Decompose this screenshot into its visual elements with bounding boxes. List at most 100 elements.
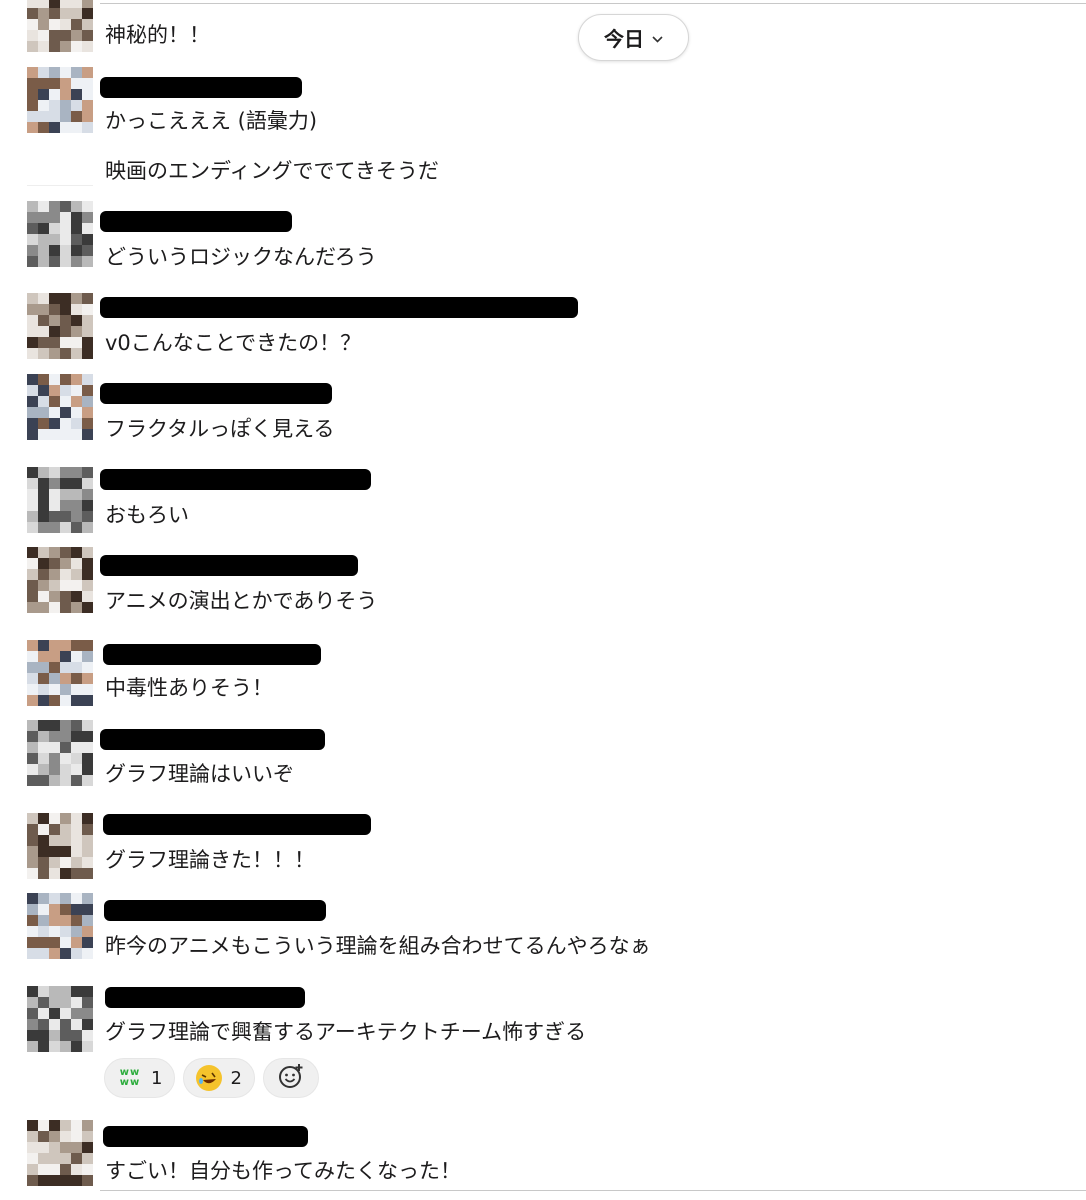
avatar-pixel	[82, 418, 93, 429]
avatar-pixel	[71, 223, 82, 234]
avatar-pixel	[71, 602, 82, 613]
redacted-username[interactable]	[103, 644, 321, 665]
avatar-pixel	[27, 893, 38, 904]
avatar[interactable]	[27, 201, 93, 267]
avatar[interactable]	[27, 640, 93, 706]
reaction-button-rolling-laughing[interactable]: 2	[183, 1058, 255, 1098]
avatar-pixel	[71, 1030, 82, 1041]
avatar-pixel	[82, 41, 93, 52]
avatar-pixel	[38, 374, 49, 385]
reaction-count: 1	[151, 1067, 163, 1089]
avatar[interactable]	[27, 293, 93, 359]
avatar-pixel	[27, 1131, 38, 1142]
redacted-username[interactable]	[103, 814, 371, 835]
redacted-username[interactable]	[100, 469, 371, 490]
avatar-pixel	[71, 948, 82, 959]
avatar-pixel	[82, 100, 93, 111]
redacted-username[interactable]	[100, 383, 332, 404]
avatar[interactable]	[27, 813, 93, 879]
avatar-pixel	[82, 337, 93, 348]
avatar-pixel	[82, 1030, 93, 1041]
avatar-pixel	[60, 429, 71, 440]
avatar-pixel	[38, 602, 49, 613]
avatar-pixel	[49, 547, 60, 558]
avatar-pixel	[38, 915, 49, 926]
avatar-pixel	[49, 569, 60, 580]
avatar-pixel	[82, 304, 93, 315]
avatar[interactable]	[27, 467, 93, 533]
message-text: グラフ理論きた！！！	[105, 848, 315, 872]
avatar-pixel	[38, 212, 49, 223]
avatar-pixel	[38, 418, 49, 429]
avatar-pixel	[71, 1175, 82, 1186]
avatar-pixel	[71, 846, 82, 857]
redacted-username[interactable]	[100, 729, 325, 750]
redacted-username[interactable]	[100, 555, 358, 576]
avatar-pixel	[82, 580, 93, 591]
avatar-pixel	[60, 558, 71, 569]
avatar-pixel	[60, 212, 71, 223]
avatar-pixel	[49, 30, 60, 41]
redacted-username[interactable]	[100, 297, 578, 318]
avatar-pixel	[27, 569, 38, 580]
avatar-pixel	[27, 511, 38, 522]
redacted-username[interactable]	[100, 211, 292, 232]
avatar-pixel	[71, 111, 82, 122]
avatar-pixel	[71, 407, 82, 418]
continuation-spacer	[27, 185, 93, 186]
avatar[interactable]	[27, 893, 93, 959]
avatar-pixel	[27, 100, 38, 111]
avatar[interactable]	[27, 67, 93, 133]
avatar-pixel	[38, 41, 49, 52]
avatar-pixel	[71, 775, 82, 786]
avatar-pixel	[71, 1131, 82, 1142]
avatar-pixel	[71, 41, 82, 52]
avatar-pixel	[49, 893, 60, 904]
redacted-username[interactable]	[103, 1126, 308, 1147]
avatar[interactable]	[27, 374, 93, 440]
add-reaction-button[interactable]	[262, 1058, 319, 1098]
redacted-username[interactable]	[105, 987, 305, 1008]
avatar-pixel	[82, 764, 93, 775]
avatar[interactable]	[27, 986, 93, 1052]
avatar[interactable]	[27, 547, 93, 613]
avatar-pixel	[27, 640, 38, 651]
avatar-pixel	[49, 1019, 60, 1030]
avatar-pixel	[82, 407, 93, 418]
avatar-pixel	[82, 89, 93, 100]
redacted-username[interactable]	[100, 77, 302, 98]
avatar-pixel	[27, 602, 38, 613]
avatar-pixel	[49, 385, 60, 396]
avatar-pixel	[49, 89, 60, 100]
avatar-pixel	[49, 489, 60, 500]
avatar-pixel	[27, 915, 38, 926]
avatar-pixel	[38, 580, 49, 591]
avatar-pixel	[49, 591, 60, 602]
avatar-pixel	[71, 337, 82, 348]
date-divider-button[interactable]: 今日	[578, 14, 689, 61]
avatar[interactable]	[27, 0, 93, 52]
avatar-pixel	[49, 1131, 60, 1142]
avatar-pixel	[27, 835, 38, 846]
avatar-pixel	[60, 234, 71, 245]
avatar-pixel	[38, 385, 49, 396]
avatar-pixel	[49, 111, 60, 122]
redacted-username[interactable]	[104, 900, 326, 921]
avatar-pixel	[38, 67, 49, 78]
top-divider	[100, 3, 1086, 4]
avatar-pixel	[38, 764, 49, 775]
avatar-pixel	[71, 986, 82, 997]
avatar-pixel	[60, 764, 71, 775]
avatar-pixel	[71, 580, 82, 591]
avatar-pixel	[82, 602, 93, 613]
reaction-button-www[interactable]: ww ww 1	[104, 1058, 176, 1098]
avatar-pixel	[71, 558, 82, 569]
avatar-pixel	[60, 30, 71, 41]
avatar-pixel	[60, 467, 71, 478]
avatar[interactable]	[27, 720, 93, 786]
avatar[interactable]	[27, 1120, 93, 1186]
avatar-pixel	[71, 201, 82, 212]
avatar-pixel	[71, 1019, 82, 1030]
avatar-pixel	[27, 111, 38, 122]
avatar-pixel	[82, 591, 93, 602]
